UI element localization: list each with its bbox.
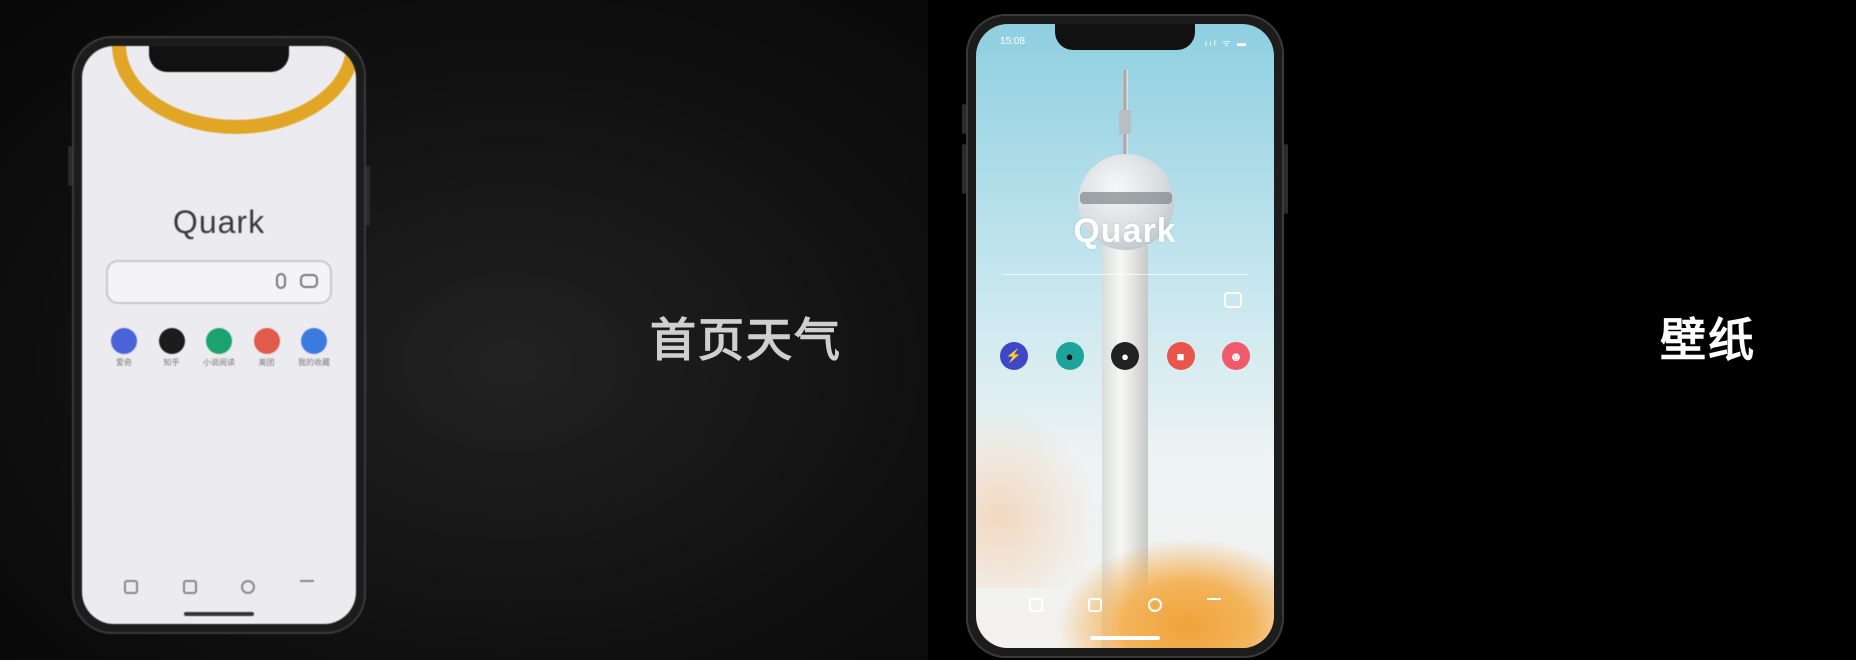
info-icon (111, 328, 137, 354)
menu-icon[interactable] (299, 580, 314, 594)
shortcut-label: 小说阅读 (203, 358, 235, 367)
phone-left-screen: Quark 爱奇 知乎 小说阅读 美团 我的收藏 (82, 46, 356, 624)
search-input[interactable] (106, 260, 332, 304)
shortcut-item[interactable]: ● (1055, 342, 1084, 370)
search-input[interactable] (1002, 274, 1248, 275)
shortcut-item[interactable]: 我的收藏 (294, 328, 334, 368)
shortcut-item[interactable]: ● (1111, 342, 1139, 370)
home-indicator[interactable] (1090, 636, 1160, 640)
power-button (1284, 144, 1288, 214)
shortcut-item[interactable]: ☻ (1222, 342, 1250, 370)
volume-button (962, 144, 966, 194)
shortcut-label: 爱奇 (116, 358, 132, 367)
bookmark-icon (301, 328, 327, 354)
power-button (366, 166, 370, 226)
status-time: 15:08 (1000, 36, 1026, 47)
robot-icon (206, 328, 232, 354)
shortcut-label: 美团 (258, 358, 275, 367)
face-icon: ☻ (1222, 342, 1250, 370)
phone-left: Quark 爱奇 知乎 小说阅读 美团 我的收藏 (68, 36, 370, 634)
shortcut-item[interactable]: 知乎 (152, 328, 192, 368)
mute-switch (962, 104, 966, 134)
status-icons: ııl ᯤ ▬ (1204, 38, 1248, 48)
robot-icon: ● (1055, 342, 1084, 370)
home-indicator[interactable] (184, 612, 254, 616)
shortcut-grid: ⚡ ● ● ■ ☻ (1000, 342, 1250, 370)
notch (1055, 24, 1195, 50)
tv-tower-antenna (1119, 70, 1131, 166)
wallpaper-orange-smoke (1056, 538, 1274, 648)
shortcut-item[interactable]: 美团 (247, 328, 287, 368)
volume-button (68, 146, 72, 186)
microphone-icon[interactable] (276, 273, 286, 289)
notch (149, 46, 289, 72)
tabs-icon[interactable] (182, 580, 197, 594)
shortcut-item[interactable]: ⚡ (1000, 342, 1028, 370)
phone-right: 15:08 ııl ᯤ ▬ Quark ⚡ ● ● ■ ☻ (962, 14, 1288, 658)
shortcut-item[interactable]: ■ (1166, 342, 1195, 370)
home-icon[interactable] (1147, 598, 1162, 612)
app-icon (253, 328, 280, 354)
tv-tower-band (1080, 192, 1172, 204)
bottom-toolbar (102, 580, 336, 594)
app-icon: ■ (1166, 342, 1195, 370)
menu-icon[interactable] (1207, 598, 1222, 612)
quark-logo: Quark (1073, 212, 1177, 250)
book-icon[interactable] (124, 580, 139, 594)
caption-home-weather: 首页天气 (650, 313, 842, 367)
phone-right-screen: 15:08 ııl ᯤ ▬ Quark ⚡ ● ● ■ ☻ (976, 24, 1274, 648)
avatar-icon: ● (1111, 342, 1139, 370)
avatar-icon (158, 328, 185, 354)
shortcut-label: 我的收藏 (298, 358, 330, 367)
shortcut-item[interactable]: 小说阅读 (199, 328, 239, 368)
camera-icon[interactable] (1224, 292, 1242, 308)
quark-logo: Quark (172, 204, 266, 240)
home-icon[interactable] (241, 580, 256, 594)
bottom-toolbar (1006, 598, 1244, 612)
caption-wallpaper: 壁纸 (1660, 313, 1756, 367)
shortcut-item[interactable]: 爱奇 (104, 328, 144, 368)
tabs-icon[interactable] (1088, 598, 1103, 612)
shortcut-grid: 爱奇 知乎 小说阅读 美团 我的收藏 (104, 328, 334, 368)
book-icon[interactable] (1028, 598, 1043, 612)
shortcut-label: 知乎 (163, 358, 180, 367)
camera-icon[interactable] (300, 274, 318, 288)
lightning-icon: ⚡ (1000, 342, 1028, 370)
